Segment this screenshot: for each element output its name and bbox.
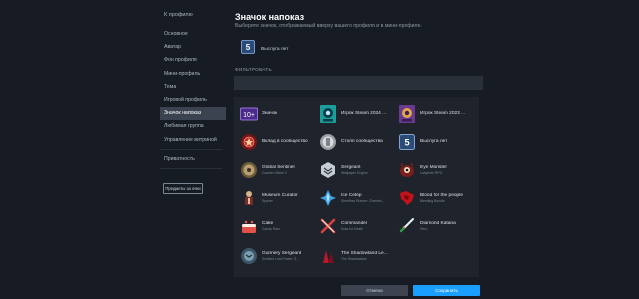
badge-option[interactable]: Вклад в сообщество	[240, 131, 318, 153]
nav-item-game-profile[interactable]: Игровой профиль	[160, 94, 230, 107]
badge-option[interactable]: Eye Monster Labyrinth RPG	[398, 159, 476, 181]
years-of-service-5-icon: 5	[241, 40, 255, 59]
nav-item-showcase-management[interactable]: Управление витриной	[160, 134, 230, 147]
current-badge-label: Выслуга лет	[261, 47, 289, 52]
back-to-profile-link[interactable]: К профилю	[164, 12, 230, 18]
commander-icon	[319, 217, 337, 235]
svg-text:10+: 10+	[243, 112, 255, 119]
badge-option[interactable]: 10+ Значок	[240, 103, 318, 125]
badge-desc: The Shadowland	[341, 257, 367, 261]
badge-desc: Bleeding Bundle	[420, 199, 445, 203]
badge-desc: Labyrinth RPG	[420, 171, 443, 175]
badge-name: Blood for the people	[420, 193, 463, 198]
badge-name: Значок	[262, 111, 278, 116]
svg-text:5: 5	[404, 137, 409, 147]
svg-text:5: 5	[246, 43, 251, 52]
badge-option[interactable]: Игрок Steam 2024 ...	[319, 103, 397, 125]
badge-option[interactable]: Sergeant Wallpaper Engine	[319, 159, 397, 181]
steam-replay-2024-icon	[319, 105, 337, 123]
badge-desc: Dota for Death	[341, 227, 364, 231]
badge-name: Sergeant	[341, 165, 361, 170]
badge-desc: Soldiers Lost Power: S...	[262, 257, 300, 261]
community-contributor-icon	[240, 133, 258, 151]
badge-name: Cake	[262, 221, 274, 226]
badge-option[interactable]: Museum Curator Spacer	[240, 187, 318, 209]
nav-item-profile-background[interactable]: Фон профиля	[160, 54, 230, 67]
nav-item-privacy[interactable]: Приватность	[160, 153, 230, 166]
badge-option[interactable]: Gunnery Sergeant Soldiers Lost Power: S..…	[240, 245, 318, 267]
current-badge: 5 Выслуга лет	[241, 40, 288, 59]
badge-option[interactable]: 5 Выслуга лет	[398, 131, 476, 153]
badge-option[interactable]: Игрок Steam 2023 ...	[398, 103, 476, 125]
badge-name: Museum Curator	[262, 193, 298, 198]
badge-name: Eye Monster	[420, 165, 447, 170]
badge-name: Commander	[341, 221, 368, 226]
badge-option[interactable]: Ice Cetep Sternflow Runner: Chemist...	[319, 187, 397, 209]
sidebar-divider	[160, 167, 222, 169]
museum-curator-icon	[240, 189, 258, 207]
cancel-button[interactable]: Отмена	[341, 285, 408, 296]
sidebar-divider	[160, 148, 222, 150]
gunnery-sergeant-icon	[240, 247, 258, 265]
badge-grid: 10+ Значок Игрок Steam 2024 ... Игрок St…	[234, 97, 479, 277]
ice-crystal-icon	[319, 189, 337, 207]
badge-desc: Wallpaper Engine	[341, 171, 368, 175]
badge-name: The Shadowland Le...	[341, 251, 388, 256]
badge-option[interactable]: Blood for the people Bleeding Bundle	[398, 187, 476, 209]
filter-label: ФИЛЬТРОВАТЬ	[235, 68, 272, 73]
badge-name: Ice Cetep	[341, 193, 362, 198]
badge-name: Игрок Steam 2024 ...	[341, 111, 387, 116]
sergeant-icon	[319, 161, 337, 179]
badge-option[interactable]: The Shadowland Le... The Shadowland	[319, 245, 397, 267]
pillar-of-community-icon	[319, 133, 337, 151]
blood-icon	[398, 189, 416, 207]
nav-item-mini-profile[interactable]: Мини-профиль	[160, 68, 230, 81]
points-shop-button[interactable]: Предметы за очки	[163, 182, 203, 194]
years-of-service-icon: 5	[398, 133, 416, 151]
badge-name: Gunnery Sergeant	[262, 251, 302, 256]
save-button[interactable]: Сохранить	[413, 285, 480, 296]
badge-name: Выслуга лет	[420, 139, 448, 144]
page-subtitle: Выберите значок, отображаемый вверху ваш…	[235, 23, 422, 29]
nav-item-general[interactable]: Основное	[160, 28, 230, 41]
badge-option[interactable]: Global Sentinel Counter-Strike 2	[240, 159, 318, 181]
page-title: Значок напоказ	[235, 12, 305, 22]
badge-desc: Spacer	[262, 199, 273, 203]
badge-desc: Counter-Strike 2	[262, 171, 287, 175]
level-10-plus-icon: 10+	[240, 105, 258, 123]
badge-name: Global Sentinel	[262, 165, 295, 170]
badge-desc: Hero	[420, 227, 428, 231]
badge-name: Вклад в сообщество	[262, 139, 308, 144]
nav-item-favorite-group[interactable]: Любимая группа	[160, 120, 230, 133]
badge-name: Игрок Steam 2023 ...	[420, 111, 466, 116]
shadowland-icon	[319, 247, 337, 265]
badge-desc: Candy Rain	[262, 227, 280, 231]
steam-replay-2023-icon	[398, 105, 416, 123]
badge-option[interactable]: Commander Dota for Death	[319, 215, 397, 237]
badge-option[interactable]: Столп сообщества	[319, 131, 397, 153]
cake-icon	[240, 217, 258, 235]
diamond-katana-icon	[398, 217, 416, 235]
badge-name: Столп сообщества	[341, 139, 383, 144]
badge-name: Diamond Katana	[420, 221, 456, 226]
nav-item-featured-badge[interactable]: Значок напоказ	[160, 107, 226, 121]
filter-input[interactable]	[234, 76, 483, 90]
eye-monster-icon	[398, 161, 416, 179]
badge-desc: Sternflow Runner: Chemist...	[341, 199, 385, 203]
global-sentinel-icon	[240, 161, 258, 179]
sidebar: К профилю Основное Аватар Фон профиля Ми…	[160, 10, 230, 194]
nav-item-theme[interactable]: Тема	[160, 81, 230, 94]
badge-option[interactable]: Cake Candy Rain	[240, 215, 318, 237]
badge-option[interactable]: Diamond Katana Hero	[398, 215, 476, 237]
nav-item-avatar[interactable]: Аватар	[160, 41, 230, 54]
